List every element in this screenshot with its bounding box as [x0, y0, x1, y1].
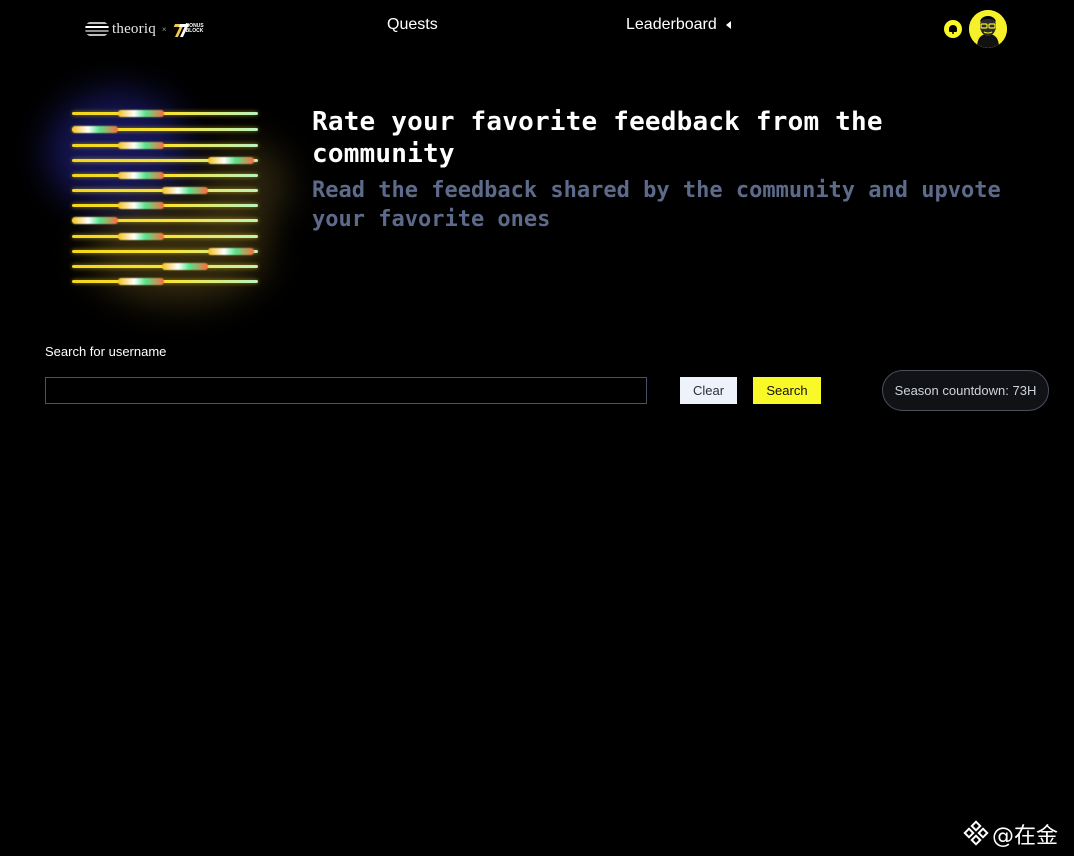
brand-logo[interactable]: theoriq × BONUS BLOCK [85, 19, 212, 39]
watermark: @在金 [963, 818, 1058, 850]
brand-name: theoriq [112, 20, 156, 37]
search-button[interactable]: Search [753, 377, 821, 404]
watermark-logo-icon [963, 820, 989, 847]
season-countdown-text: Season countdown: 73H [894, 383, 1037, 398]
avatar-portrait-icon [969, 10, 1007, 48]
nav-link-quests[interactable]: Quests [387, 16, 438, 34]
brand-separator: × [161, 24, 167, 34]
season-countdown-badge: Season countdown: 73H [882, 370, 1049, 411]
username-search-input[interactable] [45, 377, 647, 404]
nav-link-leaderboard-label: Leaderboard [626, 16, 717, 33]
bonus-block-logo-icon [172, 23, 184, 35]
nav-link-leaderboard[interactable]: Leaderboard [626, 16, 731, 34]
watermark-text: @在金 [992, 824, 1059, 849]
search-label: Search for username [45, 344, 167, 359]
notifications-button[interactable] [944, 20, 962, 38]
page-title: Rate your favorite feedback from the com… [312, 107, 883, 169]
top-nav: theoriq × BONUS BLOCK Quests Leaderboard [0, 0, 1074, 56]
page-subtitle: Read the feedback shared by the communit… [312, 178, 1001, 232]
clear-button[interactable]: Clear [680, 377, 737, 404]
caret-left-icon [725, 21, 731, 29]
theoriq-logo-icon [85, 21, 109, 37]
hero-illustration [48, 82, 288, 312]
bell-icon [949, 24, 957, 34]
page: theoriq × BONUS BLOCK Quests Leaderboard [0, 0, 1074, 856]
user-avatar[interactable] [969, 10, 1007, 48]
partner-name: BONUS BLOCK [185, 23, 204, 34]
